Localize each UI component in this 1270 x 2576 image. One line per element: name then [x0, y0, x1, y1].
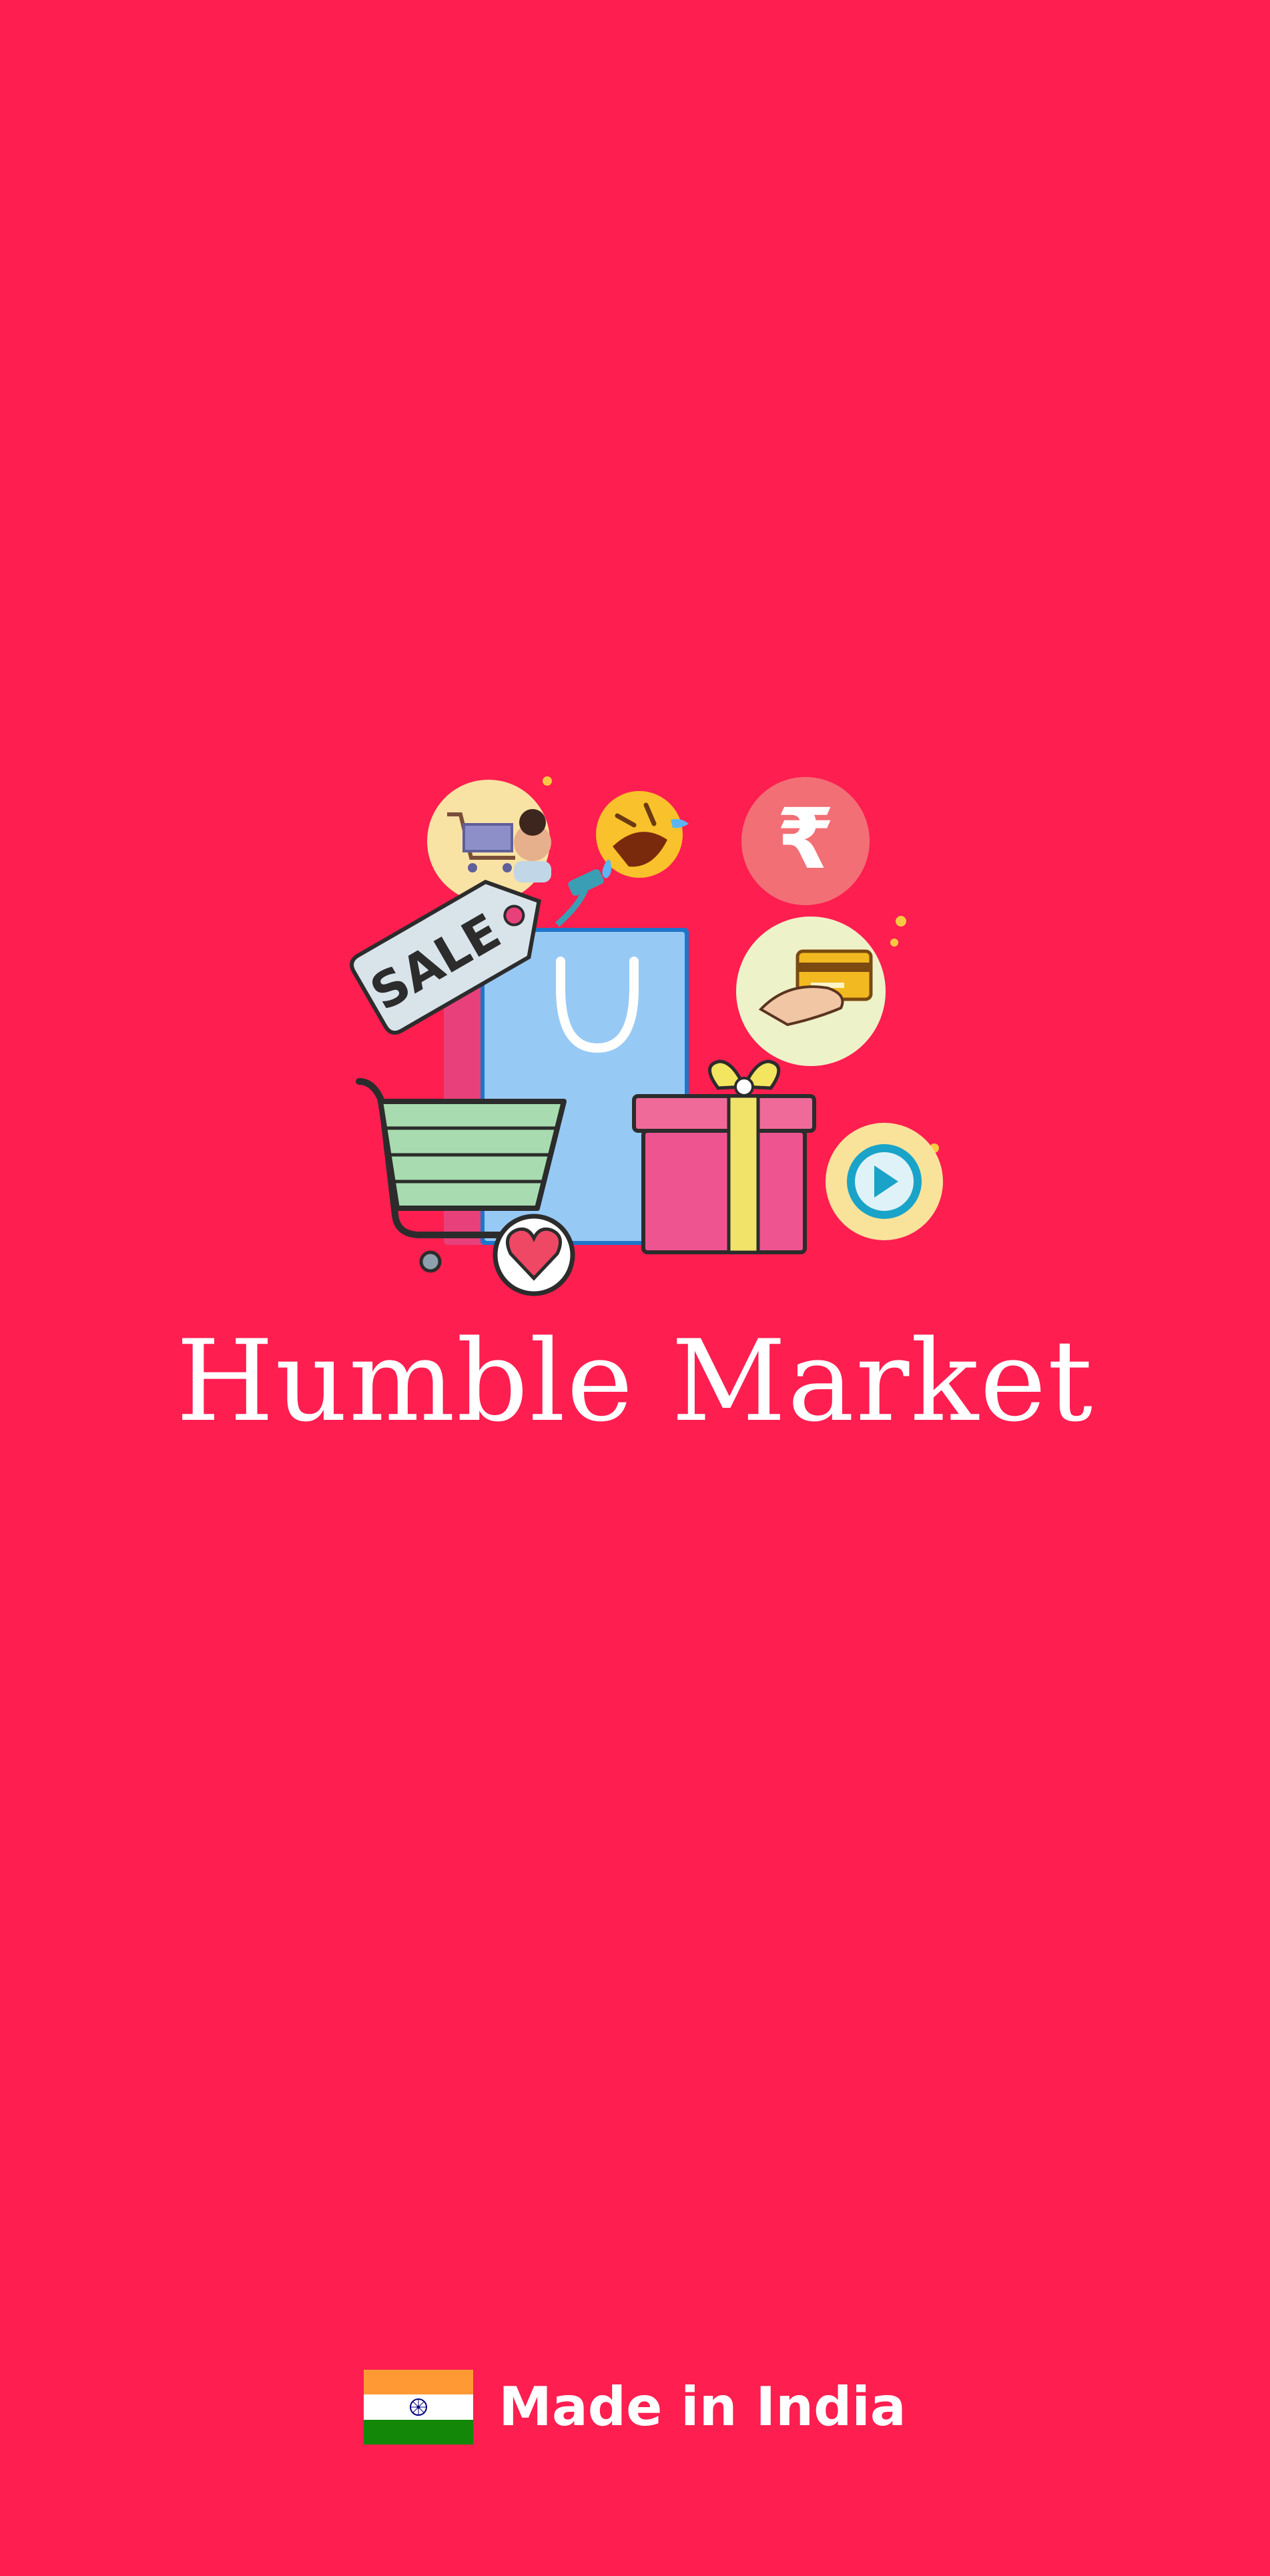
ashoka-chakra-icon — [410, 2398, 428, 2416]
play-icon — [826, 1123, 943, 1240]
credit-card-hand-icon — [736, 917, 886, 1066]
laughing-emoji-icon — [596, 791, 689, 878]
svg-text:₹: ₹ — [777, 791, 835, 888]
heart-icon — [493, 1214, 575, 1296]
made-in-india-badge: Made in India — [0, 2368, 1270, 2446]
made-in-india-label: Made in India — [499, 2376, 906, 2438]
india-flag-icon — [364, 2370, 474, 2444]
splash-illustration: ₹ SALE — [320, 768, 954, 1302]
app-title: Humble Market — [176, 1316, 1094, 1447]
rupee-icon: ₹ — [741, 777, 870, 905]
